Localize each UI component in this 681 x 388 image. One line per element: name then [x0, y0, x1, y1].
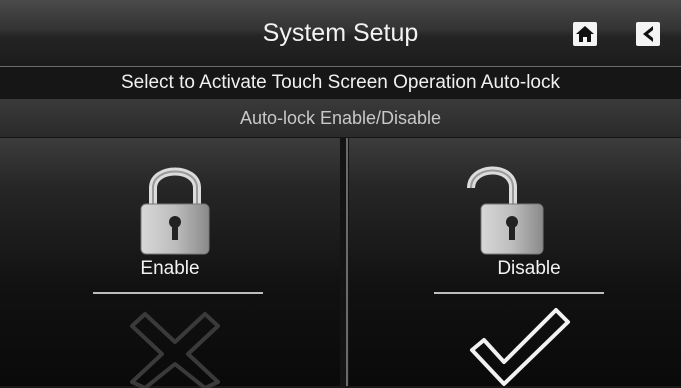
system-setup-screen: System Setup Select to Activate Touch Sc…: [0, 0, 681, 388]
enable-label: Enable: [140, 258, 200, 279]
section-subtitle: Auto-lock Enable/Disable: [0, 99, 681, 137]
home-icon: [576, 26, 594, 42]
enable-option-panel[interactable]: Enable: [0, 138, 340, 388]
home-button[interactable]: [573, 22, 597, 46]
back-button[interactable]: [636, 22, 660, 46]
unlocked-padlock-icon: [467, 166, 544, 255]
disable-option-panel[interactable]: Disable: [349, 138, 681, 386]
disable-label: Disable: [497, 258, 561, 279]
instruction-text: Select to Activate Touch Screen Operatio…: [0, 67, 681, 99]
checkmark-icon: [470, 308, 570, 386]
cross-icon: [130, 312, 220, 388]
back-arrow-icon: [643, 26, 653, 42]
disable-underline: [434, 292, 604, 294]
locked-padlock-icon: [140, 167, 210, 255]
enable-underline: [93, 292, 263, 294]
header-bar: System Setup: [0, 0, 681, 67]
panel-divider: [346, 138, 348, 386]
